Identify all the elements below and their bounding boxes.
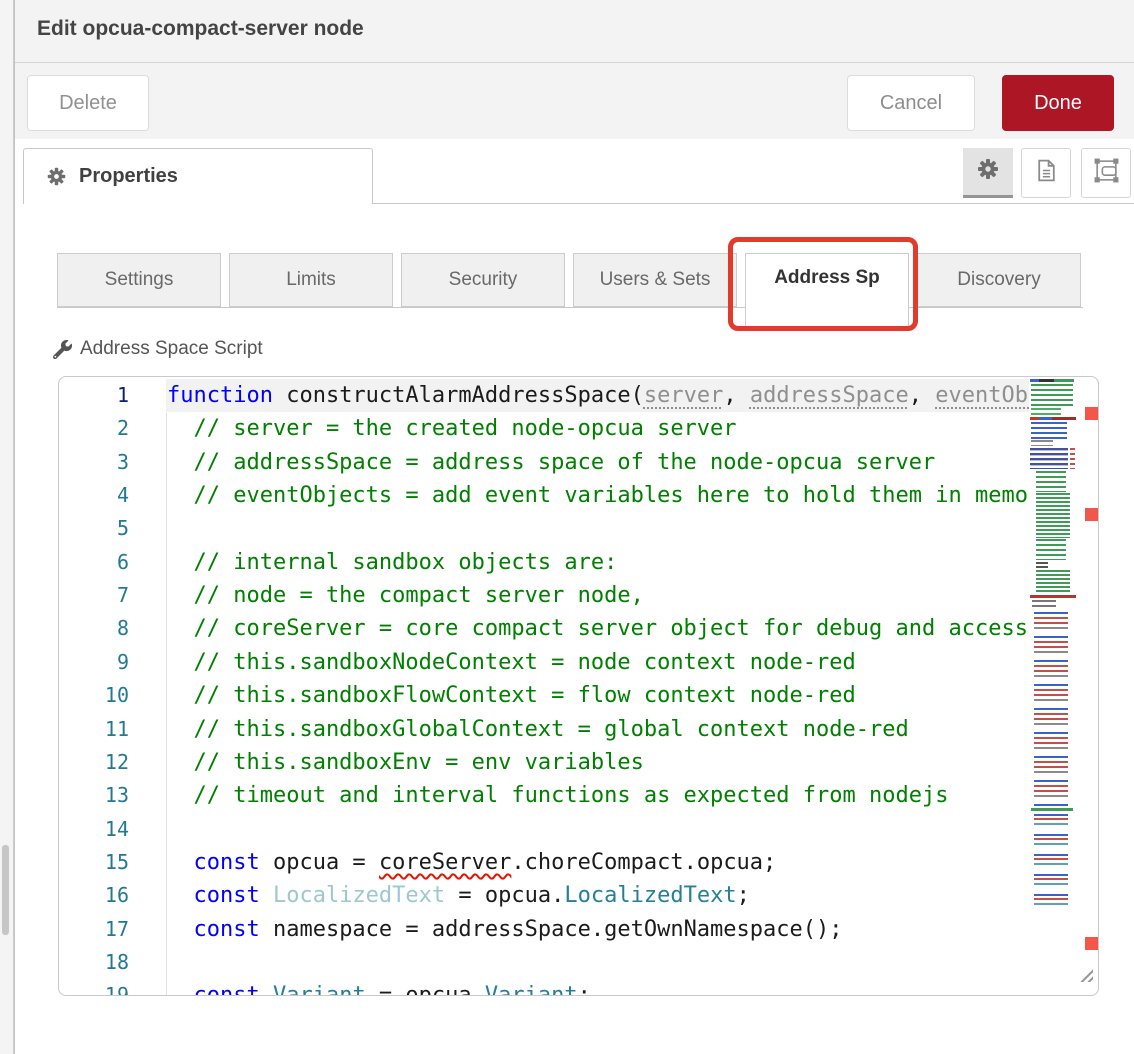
edit-properties-button[interactable] [963, 148, 1013, 198]
line-number: 5 [59, 512, 129, 545]
properties-tab-label: Properties [79, 165, 178, 188]
line-number: 4 [59, 479, 129, 512]
screen: Edit opcua-compact-server node Delete Ca… [0, 0, 1134, 1054]
code-line: // timeout and interval functions as exp… [167, 779, 948, 812]
line-number: 7 [59, 579, 129, 612]
tab-settings[interactable]: Settings [57, 253, 221, 307]
line-number: 11 [59, 713, 129, 746]
minimap-section [1031, 422, 1067, 439]
edit-appearance-button[interactable] [1081, 148, 1131, 198]
address-space-script-label: Address Space Script [53, 338, 263, 360]
code-line: // node = the compact server node, [167, 579, 644, 612]
code-line: // addressSpace = address space of the n… [167, 446, 935, 479]
minimap-section [1036, 471, 1066, 492]
code-line: const namespace = addressSpace.getOwnNam… [167, 913, 843, 946]
line-number: 19 [59, 979, 129, 996]
line-number: 9 [59, 646, 129, 679]
line-number: 16 [59, 879, 129, 912]
minimap-section [1036, 570, 1070, 593]
code-line: // eventObjects = add event variables he… [167, 479, 1031, 512]
code-line: // this.sandboxGlobalContext = global co… [167, 713, 909, 746]
code-line: const LocalizedText = opcua.LocalizedTex… [167, 879, 750, 912]
minimap-section [1034, 612, 1068, 806]
line-number: 14 [59, 813, 129, 846]
code-line: const opcua = coreServer.choreCompact.op… [167, 846, 776, 879]
line-number: 2 [59, 412, 129, 445]
overview-ruler [1076, 377, 1098, 995]
editor-gutter: 12345678910111213141516171819 [59, 377, 166, 995]
gear-icon [976, 157, 1000, 186]
minimap-section [1070, 448, 1075, 469]
node-appearance-icon [1093, 157, 1120, 189]
delete-button[interactable]: Delete [27, 75, 149, 131]
minimap-section [1030, 595, 1076, 598]
code-line: // internal sandbox objects are: [167, 546, 617, 579]
dialog-button-row: Delete Cancel Done [15, 63, 1134, 139]
gear-icon [46, 166, 67, 187]
cancel-button[interactable]: Cancel [847, 75, 975, 131]
editor-code[interactable]: function constructAlarmAddressSpace(serv… [167, 377, 1031, 995]
minimap-section [1030, 417, 1076, 420]
error-marker [1085, 407, 1098, 420]
minimap-section [1030, 379, 1074, 382]
code-line: const Variant = opcua.Variant; [167, 979, 591, 995]
minimap-section [1031, 408, 1061, 417]
line-number: 13 [59, 779, 129, 812]
settings-tabs: Settings Limits Security Users & Sets Ad… [57, 253, 1083, 331]
tabs-underline [57, 307, 1083, 308]
minimap[interactable] [1029, 378, 1076, 994]
minimap-section [1031, 808, 1073, 811]
section-label-text: Address Space Script [80, 338, 263, 360]
edit-node-dialog: Edit opcua-compact-server node Delete Ca… [14, 0, 1134, 1054]
code-line: // coreServer = core compact server obje… [167, 612, 1031, 645]
code-line: // this.sandboxEnv = env variables [167, 746, 644, 779]
dialog-header: Edit opcua-compact-server node [15, 0, 1134, 63]
code-line: function constructAlarmAddressSpace(serv… [167, 379, 1031, 412]
line-number: 6 [59, 546, 129, 579]
minimap-section [1032, 600, 1056, 610]
code-line: // server = the created node-opcua serve… [167, 412, 737, 445]
document-icon [1034, 158, 1059, 188]
line-number: 17 [59, 913, 129, 946]
dialog-title: Edit opcua-compact-server node [37, 17, 364, 41]
done-button[interactable]: Done [1002, 75, 1114, 131]
tab-address-space-label: Address Sp [774, 267, 880, 289]
line-number: 3 [59, 446, 129, 479]
tab-discovery[interactable]: Discovery [917, 253, 1081, 307]
minimap-section [1031, 384, 1073, 408]
line-number: 12 [59, 746, 129, 779]
minimap-section [1036, 493, 1070, 538]
line-number: 15 [59, 846, 129, 879]
tab-address-space[interactable]: Address Sp [745, 253, 909, 330]
workspace-edge [0, 0, 14, 1054]
tab-properties[interactable]: Properties [23, 148, 373, 204]
address-space-script-editor[interactable]: 12345678910111213141516171819 function c… [58, 376, 1099, 996]
page-scrollbar-thumb[interactable] [2, 845, 9, 935]
tab-security[interactable]: Security [401, 253, 565, 307]
code-line: // this.sandboxNodeContext = node contex… [167, 646, 856, 679]
code-line: // this.sandboxFlowContext = flow contex… [167, 679, 856, 712]
line-number: 18 [59, 946, 129, 979]
minimap-section [1036, 539, 1066, 560]
tab-users-sets[interactable]: Users & Sets [573, 253, 737, 307]
minimap-section [1034, 814, 1068, 912]
minimap-section [1031, 440, 1053, 446]
error-marker [1085, 508, 1098, 521]
minimap-section [1036, 562, 1048, 568]
edit-description-button[interactable] [1021, 148, 1071, 198]
line-number: 10 [59, 679, 129, 712]
wrench-icon [53, 340, 72, 359]
line-number: 1 [59, 379, 129, 412]
minimap-section [1030, 448, 1068, 469]
error-marker [1085, 937, 1098, 950]
properties-row-divider [373, 203, 1134, 204]
tab-limits[interactable]: Limits [229, 253, 393, 307]
line-number: 8 [59, 612, 129, 645]
